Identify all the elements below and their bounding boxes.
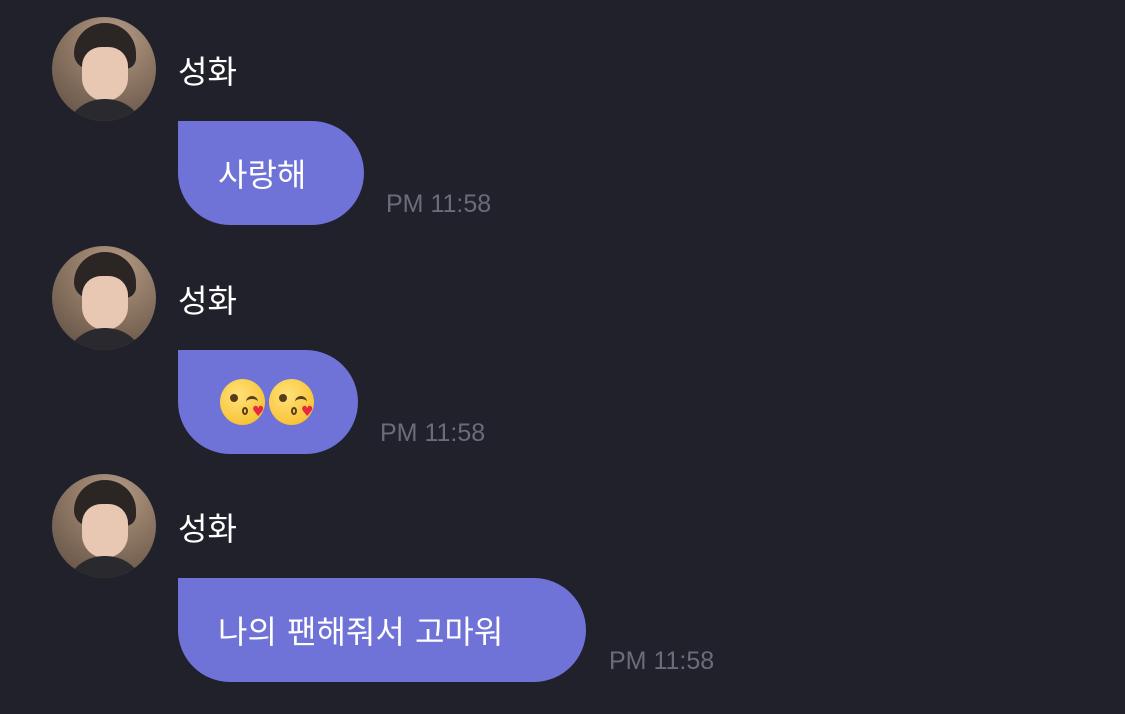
sender-name: 성화	[178, 510, 237, 548]
sender-name: 성화	[178, 53, 237, 91]
message-bubble[interactable]: 나의 팬해줘서 고마워	[178, 578, 586, 682]
message-text: 사랑해	[218, 156, 307, 194]
avatar[interactable]	[52, 474, 156, 578]
message-bubble[interactable]: 사랑해	[178, 121, 364, 225]
avatar[interactable]	[52, 246, 156, 350]
avatar[interactable]	[52, 17, 156, 121]
message-text: 나의 팬해줘서 고마워	[218, 613, 504, 651]
kissing-face-icon: ♥	[220, 379, 265, 425]
sender-name: 성화	[178, 282, 237, 320]
chat-view: 성화 사랑해 PM 11:58 성화 ♥ ♥ PM 11:58 성화 나의 팬해…	[0, 0, 1125, 714]
message-timestamp: PM 11:58	[380, 419, 486, 447]
kissing-face-icon: ♥	[269, 379, 314, 425]
message-timestamp: PM 11:58	[386, 190, 492, 218]
message-timestamp: PM 11:58	[609, 647, 715, 675]
message-bubble[interactable]: ♥ ♥	[178, 350, 358, 454]
